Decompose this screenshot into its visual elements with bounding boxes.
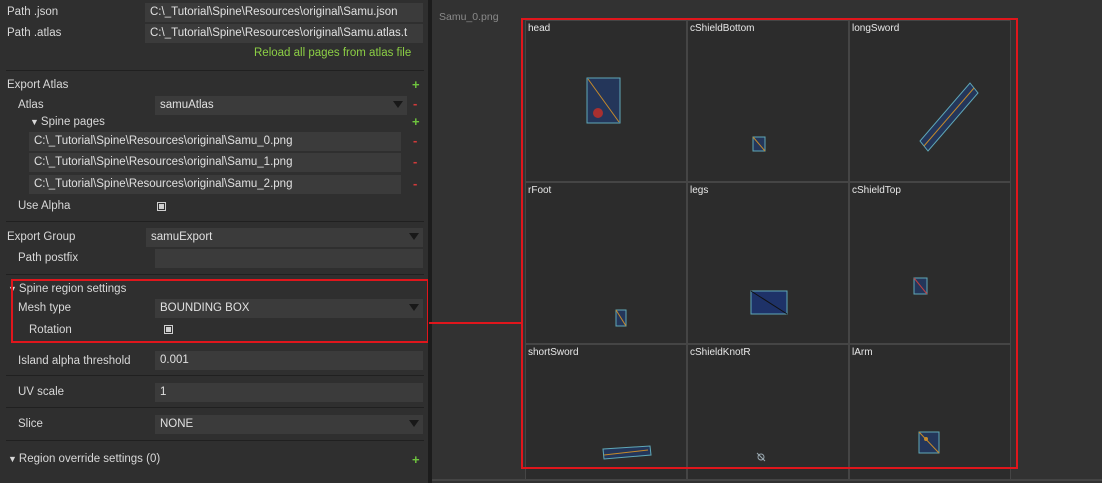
path-postfix-label: Path postfix bbox=[18, 252, 79, 264]
uv-scale-field[interactable]: 1 bbox=[155, 383, 423, 402]
spine-page-field[interactable]: C:\_Tutorial\Spine\Resources\original\Sa… bbox=[29, 175, 401, 194]
remove-page-button[interactable]: - bbox=[413, 176, 417, 191]
path-atlas-field[interactable]: C:\_Tutorial\Spine\Resources\original\Sa… bbox=[145, 24, 423, 43]
add-atlas-button[interactable]: + bbox=[412, 77, 420, 92]
spine-pages-label: Spine pages bbox=[40, 116, 105, 128]
highlight-connector-line bbox=[429, 322, 521, 324]
atlas-select-value: samuAtlas bbox=[160, 99, 214, 111]
spine-page-field[interactable]: C:\_Tutorial\Spine\Resources\original\Sa… bbox=[29, 132, 401, 151]
chevron-down-icon bbox=[409, 233, 419, 240]
atlas-select[interactable]: samuAtlas bbox=[155, 96, 407, 115]
add-page-button[interactable]: + bbox=[412, 114, 420, 129]
highlight-box bbox=[11, 279, 429, 343]
path-json-label: Path .json bbox=[7, 6, 59, 18]
divider bbox=[6, 375, 424, 376]
divider bbox=[6, 440, 424, 441]
slice-value: NONE bbox=[160, 418, 194, 430]
chevron-down-icon bbox=[393, 101, 403, 108]
spine-page-field[interactable]: C:\_Tutorial\Spine\Resources\original\Sa… bbox=[29, 153, 401, 172]
divider bbox=[6, 221, 424, 222]
export-group-select[interactable]: samuExport bbox=[146, 228, 423, 247]
export-group-label: Export Group bbox=[7, 231, 76, 243]
add-override-button[interactable]: + bbox=[412, 452, 420, 467]
spine-pages-header[interactable]: ▼ Spine pages bbox=[30, 116, 105, 128]
reload-pages-link[interactable]: Reload all pages from atlas file bbox=[254, 47, 411, 59]
atlas-label: Atlas bbox=[18, 99, 44, 111]
highlight-box bbox=[521, 18, 1018, 469]
path-postfix-field[interactable] bbox=[155, 249, 423, 268]
collapse-triangle-icon: ▼ bbox=[30, 117, 39, 127]
use-alpha-label: Use Alpha bbox=[18, 200, 71, 212]
atlas-preview-panel: Samu_0.png head cShieldBottom longSword bbox=[432, 0, 1102, 483]
island-alpha-label: Island alpha threshold bbox=[18, 355, 131, 367]
region-override-header[interactable]: ▼ Region override settings (0) bbox=[8, 453, 160, 465]
preview-bottom-border bbox=[432, 479, 1102, 481]
region-override-label: Region override settings (0) bbox=[18, 453, 161, 465]
slice-label: Slice bbox=[18, 418, 43, 430]
export-group-value: samuExport bbox=[151, 231, 213, 243]
export-atlas-label: Export Atlas bbox=[7, 79, 69, 91]
use-alpha-checkbox[interactable] bbox=[157, 202, 166, 211]
uv-scale-label: UV scale bbox=[18, 386, 65, 398]
chevron-down-icon bbox=[409, 420, 419, 427]
preview-title: Samu_0.png bbox=[439, 11, 499, 23]
path-json-field[interactable]: C:\_Tutorial\Spine\Resources\original\Sa… bbox=[145, 3, 423, 22]
remove-page-button[interactable]: - bbox=[413, 154, 417, 169]
remove-atlas-button[interactable]: - bbox=[413, 96, 417, 111]
divider bbox=[6, 274, 424, 275]
slice-select[interactable]: NONE bbox=[155, 415, 423, 434]
path-atlas-label: Path .atlas bbox=[7, 27, 62, 39]
island-alpha-field[interactable]: 0.001 bbox=[155, 351, 423, 370]
divider bbox=[6, 407, 424, 408]
remove-page-button[interactable]: - bbox=[413, 133, 417, 148]
collapse-triangle-icon: ▼ bbox=[8, 454, 17, 464]
divider bbox=[6, 70, 424, 71]
properties-panel: Path .json C:\_Tutorial\Spine\Resources\… bbox=[0, 0, 429, 483]
